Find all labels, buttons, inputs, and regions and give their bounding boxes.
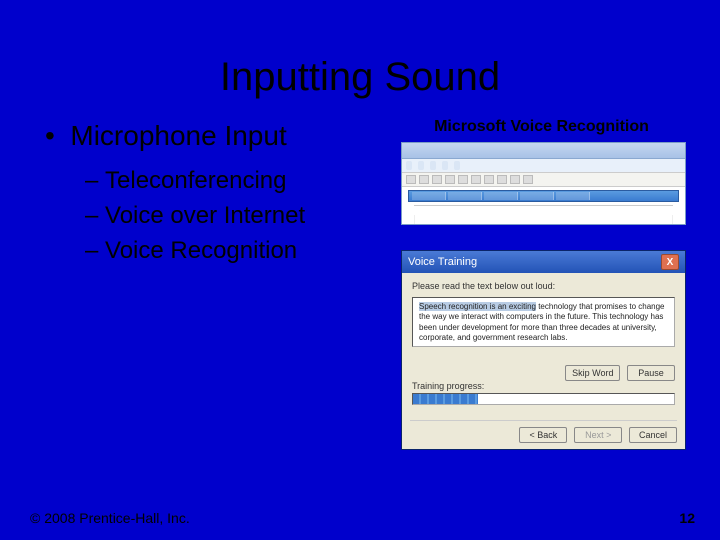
dialog-footer: < Back Next > Cancel — [410, 420, 677, 443]
back-button[interactable]: < Back — [519, 427, 567, 443]
pause-button[interactable]: Pause — [627, 365, 675, 381]
progress-label: Training progress: — [412, 381, 675, 391]
content-area: • Microphone Input – Teleconferencing – … — [0, 110, 720, 450]
word-document-area — [414, 215, 673, 225]
dialog-instruction: Please read the text below out loud: — [412, 281, 675, 291]
voice-training-dialog: Voice Training X Please read the text be… — [401, 250, 686, 450]
next-button[interactable]: Next > — [574, 427, 622, 443]
page-number: 12 — [679, 510, 695, 526]
dialog-titlebar: Voice Training X — [402, 251, 685, 273]
progress-fill — [413, 394, 478, 404]
word-window-mock — [401, 142, 686, 225]
bullet-sub: – Teleconferencing — [30, 164, 393, 199]
dialog-title-text: Voice Training — [408, 256, 477, 268]
bullet-main: • Microphone Input — [30, 120, 393, 152]
training-highlight: Speech recognition is an exciting — [419, 302, 536, 311]
word-language-bar — [408, 190, 679, 202]
word-titlebar — [402, 143, 685, 159]
word-toolbar — [402, 173, 685, 187]
word-ribbon — [402, 159, 685, 173]
subbullet-c: Voice Recognition — [105, 237, 297, 264]
dialog-body: Please read the text below out loud: Spe… — [402, 273, 685, 413]
training-text: Speech recognition is an exciting techno… — [412, 297, 675, 347]
subbullet-a: Teleconferencing — [105, 167, 286, 194]
copyright: © 2008 Prentice-Hall, Inc. — [30, 510, 190, 526]
subbullet-b: Voice over Internet — [105, 202, 305, 229]
bullet-main-text: Microphone Input — [70, 120, 286, 151]
slide-title: Inputting Sound — [0, 0, 720, 110]
bullet-list: • Microphone Input – Teleconferencing – … — [30, 110, 393, 450]
close-icon[interactable]: X — [661, 254, 679, 270]
bullet-sub: – Voice over Internet — [30, 199, 393, 234]
dialog-controls-row: Skip Word Pause — [412, 365, 675, 381]
progress-bar — [412, 393, 675, 405]
word-ruler — [414, 205, 673, 215]
images-column: Microsoft Voice Recognition Voice Traini… — [393, 110, 690, 450]
bullet-sub: – Voice Recognition — [30, 234, 393, 269]
cancel-button[interactable]: Cancel — [629, 427, 677, 443]
image-caption: Microsoft Voice Recognition — [393, 118, 690, 136]
skip-word-button[interactable]: Skip Word — [565, 365, 620, 381]
